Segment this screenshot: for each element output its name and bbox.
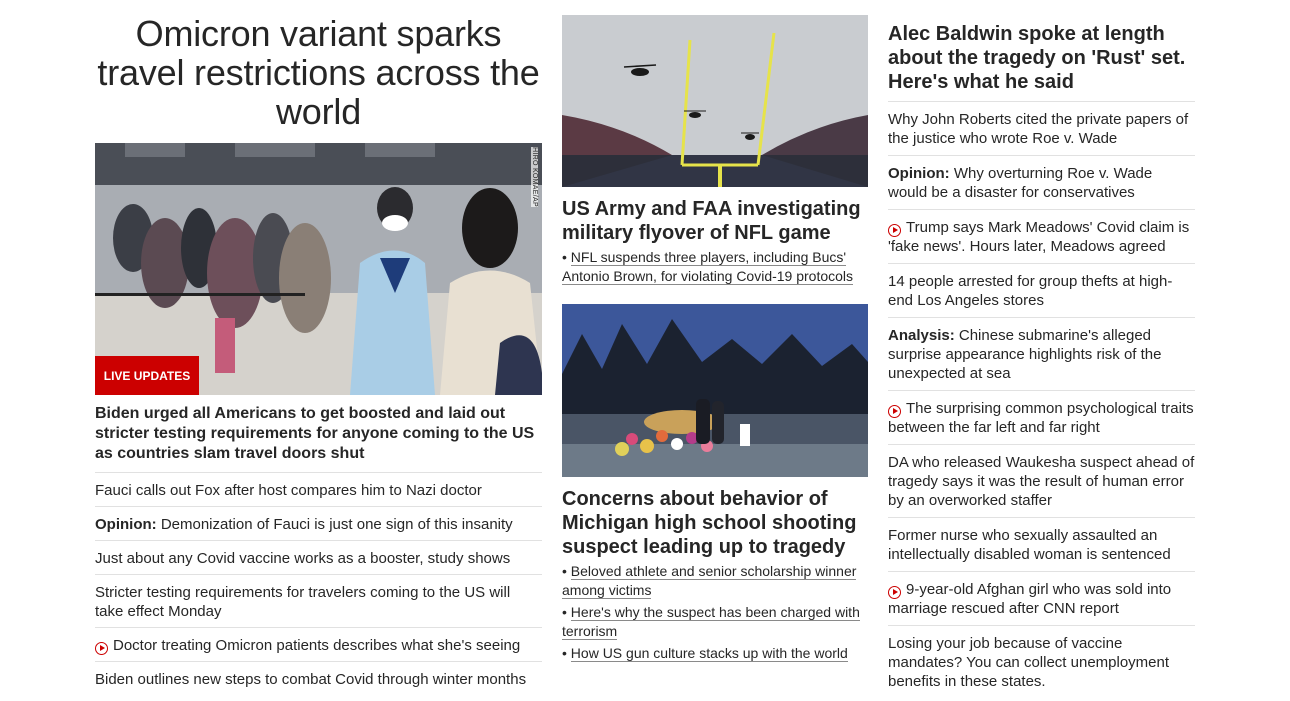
play-circle-icon xyxy=(888,223,901,237)
headline-item[interactable]: Analysis: Chinese submarine's alleged su… xyxy=(888,318,1195,391)
live-updates-badge[interactable]: LIVE UPDATES xyxy=(95,356,199,395)
headline-item[interactable]: Just about any Covid vaccine works as a … xyxy=(95,541,542,575)
stadium-flyover-illustration xyxy=(562,15,868,187)
michigan-sub-bullet[interactable]: • How US gun culture stacks up with the … xyxy=(562,644,868,663)
headline-text: Former nurse who sexually assaulted an i… xyxy=(888,527,1171,563)
michigan-sub-bullet[interactable]: • Here's why the suspect has been charge… xyxy=(562,603,868,641)
headline-text: Trump says Mark Meadows' Covid claim is … xyxy=(888,219,1190,255)
headline-text: Why John Roberts cited the private paper… xyxy=(888,111,1189,147)
michigan-story-title[interactable]: Concerns about behavior of Michigan high… xyxy=(562,487,868,559)
headline-list: Fauci calls out Fox after host compares … xyxy=(95,473,542,695)
headline-item[interactable]: DA who released Waukesha suspect ahead o… xyxy=(888,445,1195,518)
headline-item[interactable]: 9-year-old Afghan girl who was sold into… xyxy=(888,572,1195,626)
michigan-sub-bullet[interactable]: • Beloved athlete and senior scholarship… xyxy=(562,562,868,600)
opinion-label: Opinion: xyxy=(888,165,950,182)
photo-credit: HIRO KOMAE/AP xyxy=(531,147,538,207)
baldwin-headline[interactable]: Alec Baldwin spoke at length about the t… xyxy=(888,22,1195,102)
headline-text: DA who released Waukesha suspect ahead o… xyxy=(888,454,1195,509)
headline-text: Doctor treating Omicron patients describ… xyxy=(113,637,521,654)
bullet-text: Beloved athlete and senior scholarship w… xyxy=(562,563,857,599)
headline-item[interactable]: Losing your job because of vaccine manda… xyxy=(888,626,1195,698)
headline-item[interactable]: Opinion: Why overturning Roe v. Wade wou… xyxy=(888,156,1195,210)
headline-item[interactable]: 14 people arrested for group thefts at h… xyxy=(888,264,1195,318)
headline-list: Why John Roberts cited the private paper… xyxy=(888,102,1195,698)
column-left: Omicron variant sparks travel restrictio… xyxy=(95,0,542,695)
headline-item[interactable]: Doctor treating Omicron patients describ… xyxy=(95,628,542,662)
headline-text: Stricter testing requirements for travel… xyxy=(95,584,511,620)
bullet-text: NFL suspends three players, including Bu… xyxy=(562,249,854,285)
column-middle: US Army and FAA investigating military f… xyxy=(562,15,868,663)
nfl-story-title[interactable]: US Army and FAA investigating military f… xyxy=(562,197,868,245)
headline-item[interactable]: Stricter testing requirements for travel… xyxy=(95,575,542,628)
headline-text: The surprising common psychological trai… xyxy=(888,400,1194,436)
headline-text: Losing your job because of vaccine manda… xyxy=(888,635,1170,690)
nfl-sub-bullet[interactable]: • NFL suspends three players, including … xyxy=(562,248,868,286)
bullet-text: Here's why the suspect has been charged … xyxy=(562,604,860,640)
lead-story-link[interactable]: Biden urged all Americans to get boosted… xyxy=(95,404,542,473)
column-right: Alec Baldwin spoke at length about the t… xyxy=(888,0,1195,698)
headline-item[interactable]: Former nurse who sexually assaulted an i… xyxy=(888,518,1195,572)
headline-item[interactable]: Biden outlines new steps to combat Covid… xyxy=(95,662,542,695)
bullet-text: How US gun culture stacks up with the wo… xyxy=(570,645,848,662)
play-circle-icon xyxy=(888,404,901,418)
main-headline[interactable]: Omicron variant sparks travel restrictio… xyxy=(95,14,542,131)
headline-text: 9-year-old Afghan girl who was sold into… xyxy=(888,581,1172,617)
michigan-memorial-image[interactable] xyxy=(562,304,868,477)
headline-item[interactable]: Opinion: Demonization of Fauci is just o… xyxy=(95,507,542,541)
headline-item[interactable]: Fauci calls out Fox after host compares … xyxy=(95,473,542,507)
headline-text: Demonization of Fauci is just one sign o… xyxy=(156,516,513,533)
play-circle-icon xyxy=(95,641,108,655)
headline-text: Just about any Covid vaccine works as a … xyxy=(95,550,511,567)
headline-item[interactable]: The surprising common psychological trai… xyxy=(888,391,1195,445)
headline-text: 14 people arrested for group thefts at h… xyxy=(888,273,1173,309)
memorial-scene-illustration xyxy=(562,304,868,477)
hero-image[interactable]: HIRO KOMAE/AP LIVE UPDATES xyxy=(95,143,542,395)
analysis-label: Analysis: xyxy=(888,327,955,344)
nfl-flyover-image[interactable] xyxy=(562,15,868,187)
headline-item[interactable]: Why John Roberts cited the private paper… xyxy=(888,102,1195,156)
headline-item[interactable]: Trump says Mark Meadows' Covid claim is … xyxy=(888,210,1195,264)
opinion-label: Opinion: xyxy=(95,516,157,533)
play-circle-icon xyxy=(888,585,901,599)
headline-text: Biden outlines new steps to combat Covid… xyxy=(95,671,527,688)
headline-text: Fauci calls out Fox after host compares … xyxy=(95,482,482,499)
